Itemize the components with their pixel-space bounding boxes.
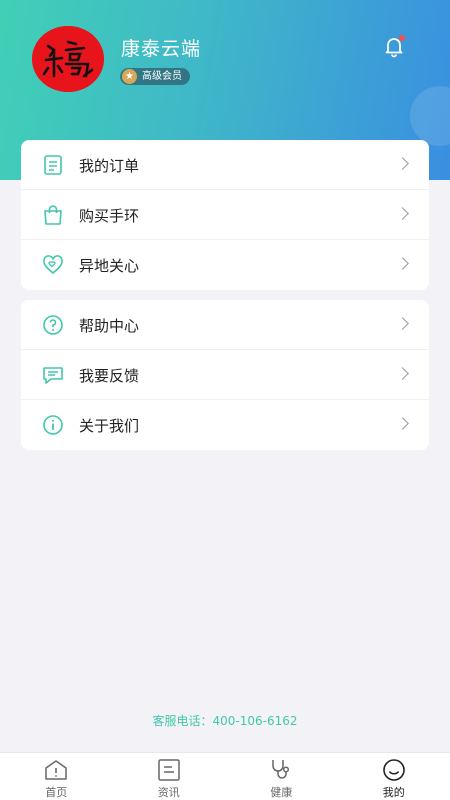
menu-item-help-center[interactable]: 帮助中心 bbox=[21, 300, 429, 350]
chevron-right-icon bbox=[396, 317, 409, 330]
help-icon bbox=[43, 315, 63, 335]
member-level-badge: ★ 高级会员 bbox=[120, 68, 190, 85]
home-icon bbox=[45, 760, 67, 780]
service-phone[interactable]: 客服电话：400-106-6162 bbox=[0, 712, 450, 729]
tab-home[interactable]: 首页 bbox=[0, 753, 113, 800]
tab-health[interactable]: 健康 bbox=[225, 753, 338, 800]
chevron-right-icon bbox=[396, 157, 409, 170]
profile-icon bbox=[382, 759, 405, 781]
user-name: 康泰云端 bbox=[121, 38, 202, 60]
menu-item-label: 购买手环 bbox=[79, 207, 140, 225]
menu-item-label: 帮助中心 bbox=[79, 317, 140, 335]
feedback-icon bbox=[43, 367, 63, 384]
star-icon: ★ bbox=[122, 69, 137, 84]
chevron-right-icon bbox=[396, 257, 409, 270]
member-level-label: 高级会员 bbox=[142, 71, 182, 82]
menu-item-label: 异地关心 bbox=[79, 257, 140, 275]
shopping-bag-icon bbox=[44, 205, 62, 225]
tab-news[interactable]: 资讯 bbox=[113, 753, 226, 800]
tab-label: 我的 bbox=[382, 786, 405, 799]
menu-item-buy-band[interactable]: 购买手环 bbox=[21, 190, 429, 240]
menu-item-label: 关于我们 bbox=[79, 417, 140, 435]
notification-bell-button[interactable] bbox=[382, 34, 406, 58]
avatar[interactable] bbox=[32, 26, 104, 92]
notification-dot bbox=[399, 35, 405, 41]
menu-item-label: 我要反馈 bbox=[79, 367, 140, 385]
news-icon bbox=[158, 759, 180, 781]
bottom-tab-bar: 首页 资讯 健康 我的 bbox=[0, 752, 450, 800]
chevron-right-icon bbox=[396, 207, 409, 220]
menu-item-label: 我的订单 bbox=[79, 157, 140, 175]
stethoscope-icon bbox=[272, 760, 290, 779]
menu-card-support: 帮助中心 我要反馈 关于我们 bbox=[21, 300, 429, 450]
menu-card-account: 我的订单 购买手环 异地关心 bbox=[21, 140, 429, 290]
menu-item-remote-care[interactable]: 异地关心 bbox=[21, 240, 429, 290]
menu-item-about-us[interactable]: 关于我们 bbox=[21, 400, 429, 450]
menu-item-orders[interactable]: 我的订单 bbox=[21, 140, 429, 190]
heart-care-icon bbox=[43, 255, 63, 275]
tab-label: 资讯 bbox=[157, 786, 180, 799]
order-icon bbox=[44, 155, 62, 175]
menu-item-feedback[interactable]: 我要反馈 bbox=[21, 350, 429, 400]
decorative-circle bbox=[410, 86, 450, 146]
info-icon bbox=[43, 415, 63, 435]
tab-profile[interactable]: 我的 bbox=[338, 753, 450, 800]
tab-label: 首页 bbox=[45, 786, 68, 799]
chevron-right-icon bbox=[396, 367, 409, 380]
avatar-calligraphy-image bbox=[32, 26, 104, 92]
tab-label: 健康 bbox=[270, 786, 293, 799]
chevron-right-icon bbox=[396, 417, 409, 430]
